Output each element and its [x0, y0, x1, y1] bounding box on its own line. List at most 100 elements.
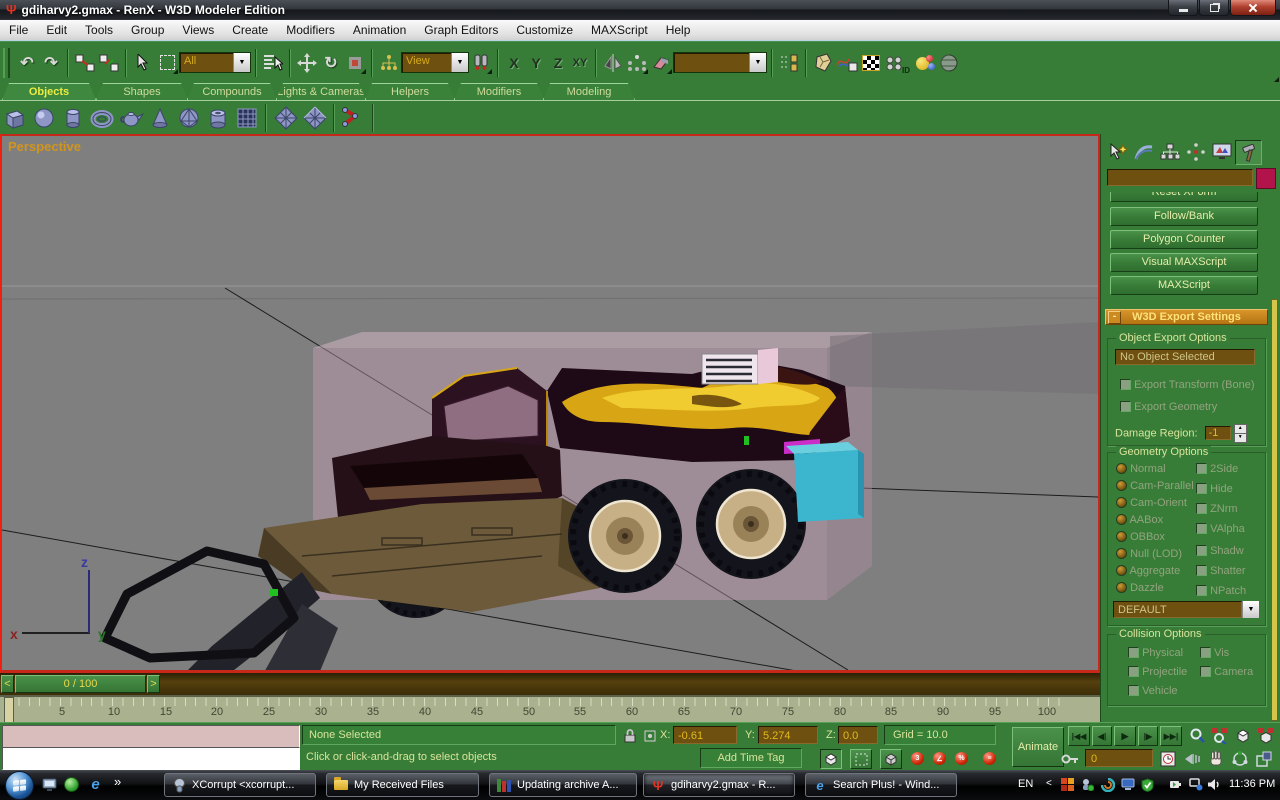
export-geometry-checkbox[interactable]: Export Geometry — [1120, 401, 1217, 413]
select-object-icon[interactable] — [131, 51, 155, 75]
radio-dazzle[interactable]: Dazzle — [1116, 582, 1164, 594]
mirror-icon[interactable] — [601, 51, 625, 75]
tray-chevron[interactable]: < — [1046, 778, 1052, 789]
menu-animation[interactable]: Animation — [344, 21, 415, 40]
selection-filter-dropdown[interactable]: All ▼ — [179, 52, 251, 73]
pan-hand-icon[interactable] — [1206, 749, 1225, 768]
maxscript-mini-listener-pink[interactable] — [2, 725, 300, 748]
viewport-label[interactable]: Perspective — [8, 139, 81, 154]
start-button[interactable] — [5, 771, 34, 800]
menu-customize[interactable]: Customize — [507, 21, 582, 40]
x-coordinate-field[interactable]: -0.61 — [673, 726, 737, 744]
layer-manager-icon[interactable] — [777, 51, 801, 75]
sphere-primitive-icon[interactable] — [29, 104, 58, 132]
clock[interactable]: 11:36 PM — [1229, 778, 1275, 790]
zoom-extents-icon[interactable] — [1233, 726, 1252, 745]
menu-views[interactable]: Views — [173, 21, 223, 40]
tray-network-icon[interactable] — [1188, 777, 1203, 792]
hierarchy-panel-icon[interactable] — [1157, 140, 1182, 163]
tab-compounds[interactable]: Compounds — [187, 83, 277, 100]
check-physical[interactable]: Physical — [1128, 647, 1183, 659]
menu-file[interactable]: File — [0, 21, 37, 40]
tray-app-icon-red[interactable] — [1060, 777, 1075, 792]
export-transform-checkbox[interactable]: Export Transform (Bone) — [1120, 379, 1255, 391]
radio-cam-parallel[interactable]: Cam-Parallel — [1116, 480, 1194, 492]
radio-normal[interactable]: Normal — [1116, 463, 1166, 475]
reference-coordinate-dropdown[interactable]: View ▼ — [401, 52, 469, 73]
named-selection-sets-dropdown[interactable]: ▼ — [673, 52, 767, 73]
tray-power-icon[interactable] — [1168, 777, 1183, 792]
arc-rotate-icon[interactable] — [1230, 749, 1249, 768]
min-max-toggle-icon[interactable] — [1254, 749, 1273, 768]
next-frame-button[interactable]: > — [147, 675, 160, 693]
tube-primitive-icon[interactable] — [203, 104, 232, 132]
cylinder-primitive-icon[interactable] — [58, 104, 87, 132]
redo-icon[interactable]: ↷ — [39, 51, 63, 75]
grid-primitive-icon[interactable] — [232, 104, 261, 132]
check-npatch[interactable]: NPatch — [1196, 585, 1246, 597]
check-hide[interactable]: Hide — [1196, 483, 1233, 495]
internet-explorer-quicklaunch-icon[interactable]: e — [88, 777, 103, 792]
perspective-viewport[interactable]: x y z Perspective — [0, 134, 1100, 672]
previous-frame-playback-button[interactable]: ◀| — [1092, 726, 1112, 746]
w3d-export-settings-rollup[interactable]: - W3D Export Settings — [1105, 309, 1268, 325]
restrict-y-button[interactable]: Y — [525, 52, 547, 74]
tray-computer-icon[interactable] — [1120, 777, 1135, 792]
dropdown-arrow-icon[interactable]: ▼ — [451, 53, 468, 72]
geosphere-primitive-icon[interactable] — [174, 104, 203, 132]
material-editor-icon[interactable] — [859, 51, 883, 75]
show-desktop-icon[interactable] — [42, 777, 57, 792]
restrict-z-button[interactable]: Z — [547, 52, 569, 74]
pan-keyboard-icon[interactable] — [1182, 749, 1201, 768]
use-pivot-point-icon[interactable] — [469, 51, 493, 75]
restrict-x-button[interactable]: X — [503, 52, 525, 74]
add-time-tag-field[interactable]: Add Time Tag — [700, 748, 802, 768]
absolute-offset-mode-icon[interactable] — [640, 726, 659, 745]
quicklaunch-more-chevron[interactable]: » — [114, 774, 121, 789]
check-vehicle[interactable]: Vehicle — [1128, 685, 1178, 697]
menu-graph-editors[interactable]: Graph Editors — [415, 21, 507, 40]
messenger-quicklaunch-icon[interactable] — [64, 777, 79, 792]
reset-xform-button[interactable]: Reset XForm — [1110, 192, 1258, 202]
rollout-scrollbar[interactable] — [1271, 299, 1278, 721]
check-camera[interactable]: Camera — [1200, 666, 1253, 678]
restrict-xy-plane-button[interactable]: XY — [569, 52, 591, 74]
tray-swirl-icon[interactable] — [1100, 777, 1115, 792]
motion-panel-icon[interactable] — [1183, 140, 1208, 163]
tab-modeling[interactable]: Modeling — [543, 83, 635, 100]
cone-primitive-icon[interactable] — [145, 104, 174, 132]
rectangular-selection-region-icon[interactable] — [155, 51, 179, 75]
check-valpha[interactable]: VAlpha — [1196, 523, 1245, 535]
uvw-unwrap-icon[interactable] — [811, 51, 835, 75]
radio-null-lod[interactable]: Null (LOD) — [1116, 548, 1182, 560]
unlink-icon[interactable] — [97, 51, 121, 75]
y-coordinate-field[interactable]: 5.274 — [758, 726, 818, 744]
tray-volume-icon[interactable] — [1206, 777, 1221, 792]
time-slider-handle[interactable]: 0 / 100 — [15, 675, 146, 693]
track-bar[interactable]: 5 10 15 20 25 30 35 40 45 50 55 60 65 70… — [0, 695, 1100, 722]
array-icon[interactable] — [625, 51, 649, 75]
tab-modifiers[interactable]: Modifiers — [454, 83, 544, 100]
zoom-icon[interactable] — [1188, 726, 1207, 745]
go-to-start-button[interactable]: |◀◀ — [1068, 726, 1090, 746]
tab-objects[interactable]: Objects — [2, 83, 96, 100]
menu-tools[interactable]: Tools — [76, 21, 122, 40]
menu-group[interactable]: Group — [122, 21, 173, 40]
tri-patch-icon[interactable] — [300, 104, 329, 132]
zoom-extents-all-icon[interactable] — [1256, 726, 1275, 745]
grid-snap-icon[interactable] — [850, 749, 872, 769]
play-button[interactable]: ▶ — [1114, 726, 1136, 746]
maxscript-button[interactable]: MAXScript — [1110, 276, 1258, 295]
torus-primitive-icon[interactable] — [87, 104, 116, 132]
check-shadw[interactable]: Shadw — [1196, 545, 1244, 557]
schematic-hierarchy-icon[interactable] — [377, 51, 401, 75]
menu-modifiers[interactable]: Modifiers — [277, 21, 344, 40]
taskbar-button-gmax-active[interactable]: Ψ gdiharvy2.gmax - R... — [643, 773, 795, 797]
select-and-rotate-icon[interactable]: ↻ — [319, 51, 343, 75]
dropdown-arrow-icon[interactable]: ▼ — [1242, 601, 1259, 618]
tab-lights-cameras[interactable]: Lights & Cameras — [276, 83, 366, 100]
modify-panel-icon[interactable] — [1131, 140, 1156, 163]
tab-helpers[interactable]: Helpers — [365, 83, 455, 100]
damage-region-spinner[interactable]: ▲ ▼ — [1234, 424, 1247, 443]
menu-maxscript[interactable]: MAXScript — [582, 21, 657, 40]
